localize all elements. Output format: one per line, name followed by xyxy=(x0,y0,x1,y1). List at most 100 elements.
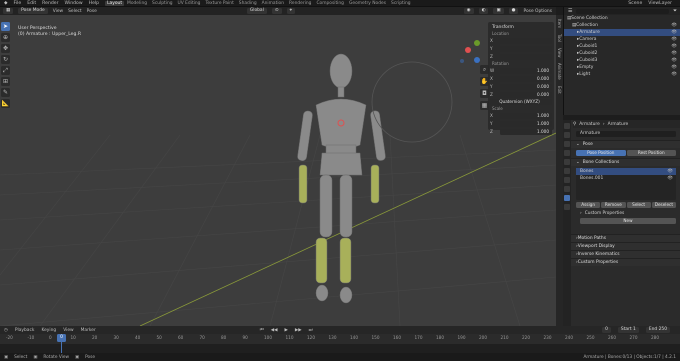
outliner-row[interactable]: ▸ Empty 👁 xyxy=(564,64,680,71)
rotation-z-field[interactable]: 0.000 xyxy=(500,91,552,98)
menu-file[interactable]: File xyxy=(14,1,22,6)
visibility-eye-icon[interactable]: 👁 xyxy=(667,176,673,181)
visibility-eye-icon[interactable]: 👁 xyxy=(671,72,677,77)
scene-tab-icon[interactable] xyxy=(564,159,570,165)
armature-name-field[interactable]: Armature xyxy=(576,131,676,137)
overlays-icon[interactable]: ◐ xyxy=(478,8,489,14)
playhead[interactable]: 0 xyxy=(57,334,66,342)
workspace-tab-scripting[interactable]: Scripting xyxy=(389,1,413,6)
playback-menu[interactable]: Playback xyxy=(15,328,35,333)
visibility-eye-icon[interactable]: 👁 xyxy=(671,51,677,56)
armature-data-tab-icon[interactable] xyxy=(564,195,570,201)
workspace-tab-modeling[interactable]: Modeling xyxy=(125,1,149,6)
menu-help[interactable]: Help xyxy=(89,1,99,6)
rest-position-button[interactable]: Rest Position xyxy=(626,150,676,156)
constraints-tab-icon[interactable] xyxy=(564,186,570,192)
location-z-field[interactable] xyxy=(500,53,552,60)
rotate-gizmo-circle[interactable] xyxy=(371,61,453,143)
menu-view[interactable]: View xyxy=(53,9,63,14)
section-motion-paths[interactable]: › Motion Paths xyxy=(564,234,680,242)
pose-position-button[interactable]: Pose Position xyxy=(576,150,626,156)
3d-viewport[interactable]: User Perspective (0) Armature : Upper_Le… xyxy=(0,15,556,326)
outliner-row[interactable]: ▸ Light 👁 xyxy=(564,71,680,78)
location-x-field[interactable] xyxy=(500,37,552,44)
editor-type-button[interactable]: ▦ xyxy=(3,8,14,14)
rotation-y-field[interactable]: 0.000 xyxy=(500,83,552,90)
start-frame-field[interactable]: Start 1 xyxy=(617,327,639,333)
render-tab-icon[interactable] xyxy=(564,132,570,138)
visibility-eye-icon[interactable]: 👁 xyxy=(667,169,673,174)
remove-button[interactable]: Remove xyxy=(601,202,626,208)
outliner-row[interactable]: ▤ Collection 👁 xyxy=(564,22,680,29)
menu-pose[interactable]: Pose xyxy=(87,9,97,14)
deselect-button[interactable]: Deselect xyxy=(651,202,676,208)
workspace-tab-sculpting[interactable]: Sculpting xyxy=(150,1,175,6)
world-tab-icon[interactable] xyxy=(564,168,570,174)
pose-section[interactable]: ⌄ Pose xyxy=(564,140,680,148)
visibility-icon[interactable]: ◉ xyxy=(463,8,474,14)
workspace-tab-layout[interactable]: Layout xyxy=(105,0,125,6)
scale-x-field[interactable]: 1.000 xyxy=(500,112,552,119)
outliner-row[interactable]: ▤ Scene Collection xyxy=(564,15,680,22)
workspace-tab-texture-paint[interactable]: Texture Paint xyxy=(203,1,235,6)
filter-icon[interactable]: ⏷ xyxy=(673,8,677,14)
transform-tool-icon[interactable]: ⊞ xyxy=(1,77,10,86)
select-tool-icon[interactable]: ➤ xyxy=(1,22,10,31)
outliner-row[interactable]: ▸ Camera 👁 xyxy=(564,36,680,43)
assign-button[interactable]: Assign xyxy=(576,202,601,208)
visibility-eye-icon[interactable]: 👁 xyxy=(671,37,677,42)
next-key-icon[interactable]: ▶▶ xyxy=(295,328,302,333)
jump-start-icon[interactable]: ⏮ xyxy=(260,327,264,333)
scale-y-field[interactable]: 1.000 xyxy=(500,120,552,127)
tab-edit[interactable]: Edit xyxy=(557,86,562,94)
bone-collection-row[interactable]: Bones.001 👁 xyxy=(576,175,676,182)
visibility-eye-icon[interactable]: 👁 xyxy=(671,23,677,28)
new-button[interactable]: New xyxy=(580,218,676,224)
visibility-eye-icon[interactable]: 👁 xyxy=(671,30,677,35)
pivot-icon[interactable]: ⊙ xyxy=(271,8,282,14)
workspace-tab-shading[interactable]: Shading xyxy=(237,1,259,6)
timeline-ruler[interactable]: -20 -10 0 10 20 30 40 50 60 70 80 90 100 110 120 130 140… xyxy=(0,334,680,344)
object-tab-icon[interactable] xyxy=(564,177,570,183)
custom-properties-subsection[interactable]: › Custom Properties xyxy=(580,211,680,216)
keying-menu[interactable]: Keying xyxy=(41,328,56,333)
marker-menu[interactable]: Marker xyxy=(81,328,96,333)
visibility-eye-icon[interactable]: 👁 xyxy=(671,65,677,70)
shading-solid-icon[interactable]: ● xyxy=(508,8,519,14)
workspace-tab-uv-editing[interactable]: UV Editing xyxy=(176,1,203,6)
workspace-tab-geometry-nodes[interactable]: Geometry Nodes xyxy=(347,1,388,6)
tab-view[interactable]: View xyxy=(557,48,562,58)
workspace-tab-animation[interactable]: Animation xyxy=(260,1,286,6)
workspace-tab-compositing[interactable]: Compositing xyxy=(314,1,346,6)
rotate-tool-icon[interactable]: ↻ xyxy=(1,55,10,64)
bone-collections-section[interactable]: ⌄ Bone Collections xyxy=(564,158,680,166)
scale-z-field[interactable]: 1.000 xyxy=(500,128,552,135)
rotation-x-field[interactable]: 0.000 xyxy=(500,75,552,82)
annotate-tool-icon[interactable]: ✎ xyxy=(1,88,10,97)
blender-logo-icon[interactable]: ◆ xyxy=(4,1,8,6)
snap-icon[interactable]: ⌖ xyxy=(286,8,296,14)
move-tool-icon[interactable]: ✥ xyxy=(1,44,10,53)
menu-select[interactable]: Select xyxy=(68,9,82,14)
timeline-view-menu[interactable]: View xyxy=(63,328,73,333)
tool-tab-icon[interactable] xyxy=(564,123,570,129)
current-frame-field[interactable]: 0 xyxy=(602,327,611,333)
bone-collections-list[interactable]: Bones 👁 Bones.001 👁 xyxy=(576,168,676,200)
outliner-search-input[interactable] xyxy=(576,8,669,14)
measure-tool-icon[interactable]: 📐 xyxy=(1,99,10,108)
view-layer-selector[interactable]: ViewLayer xyxy=(648,1,672,6)
location-y-field[interactable] xyxy=(500,45,552,52)
tab-animate[interactable]: Animate xyxy=(557,63,562,80)
tab-item[interactable]: Item xyxy=(557,19,562,28)
section-custom-properties[interactable]: › Custom Properties xyxy=(564,258,680,266)
prev-key-icon[interactable]: ◀◀ xyxy=(271,328,278,333)
outliner-row[interactable]: ▸ Armature 👁 xyxy=(564,29,680,36)
section-inverse-kinematics[interactable]: › Inverse Kinematics xyxy=(564,250,680,258)
select-button[interactable]: Select xyxy=(626,202,651,208)
end-frame-field[interactable]: End 250 xyxy=(645,327,670,333)
outliner-row[interactable]: ▸ Cuboid2 👁 xyxy=(564,50,680,57)
pose-options-menu[interactable]: Pose Options xyxy=(523,9,552,14)
viewport-scene[interactable] xyxy=(0,15,556,326)
visibility-eye-icon[interactable]: 👁 xyxy=(671,58,677,63)
orientation-dropdown[interactable]: Global xyxy=(246,8,267,14)
